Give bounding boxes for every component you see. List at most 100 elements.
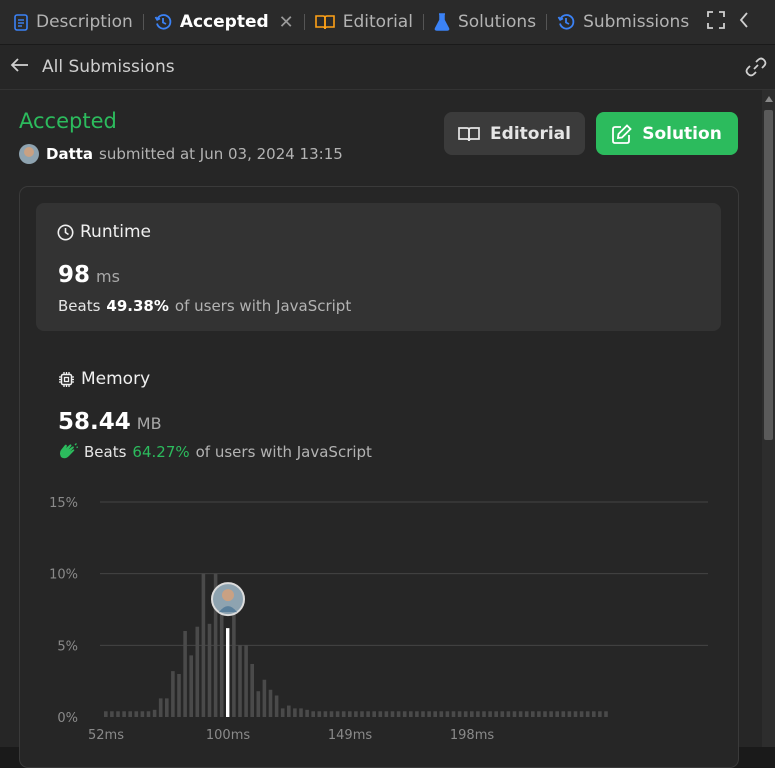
chart-bar[interactable] bbox=[476, 711, 480, 717]
chart-bar[interactable] bbox=[500, 711, 505, 717]
chart-bar[interactable] bbox=[567, 711, 572, 717]
chart-bar[interactable] bbox=[256, 691, 261, 717]
chart-bar[interactable] bbox=[165, 698, 169, 717]
chart-bar[interactable] bbox=[366, 711, 370, 717]
chart-bar[interactable] bbox=[531, 711, 535, 717]
chart-bar[interactable] bbox=[543, 711, 547, 717]
chart-bar[interactable] bbox=[293, 708, 297, 717]
chart-bar[interactable] bbox=[396, 711, 401, 717]
chart-bar[interactable] bbox=[152, 709, 157, 717]
chart-bar[interactable] bbox=[201, 573, 206, 717]
chart-bar[interactable] bbox=[445, 711, 450, 717]
chart-bar[interactable] bbox=[604, 711, 608, 717]
chart-bar-highlight[interactable] bbox=[226, 628, 230, 717]
tab-solutions[interactable]: Solutions bbox=[426, 0, 544, 44]
chart-bar[interactable] bbox=[341, 711, 346, 717]
all-submissions-link[interactable]: All Submissions bbox=[42, 57, 175, 77]
chart-bar[interactable] bbox=[128, 711, 132, 717]
chart-bar[interactable] bbox=[299, 708, 303, 717]
chart-bar[interactable] bbox=[110, 711, 114, 717]
chart-bar[interactable] bbox=[146, 711, 151, 717]
chart-bar[interactable] bbox=[518, 711, 523, 717]
chart-bar[interactable] bbox=[384, 711, 389, 717]
tab-editorial[interactable]: Editorial bbox=[307, 0, 421, 44]
chart-bar[interactable] bbox=[348, 711, 352, 717]
chart-bar[interactable] bbox=[317, 711, 322, 717]
chart-bar[interactable] bbox=[482, 711, 486, 717]
chart-bar[interactable] bbox=[409, 711, 413, 717]
chart-bar[interactable] bbox=[323, 711, 328, 717]
chart-bar[interactable] bbox=[421, 711, 425, 717]
chart-bar[interactable] bbox=[402, 711, 407, 717]
chart-bar[interactable] bbox=[262, 679, 267, 717]
link-icon[interactable] bbox=[745, 57, 767, 81]
chart-bar[interactable] bbox=[579, 711, 584, 717]
chart-bar[interactable] bbox=[433, 711, 437, 717]
chart-bar[interactable] bbox=[592, 711, 596, 717]
runtime-panel[interactable]: Runtime 98 ms Beats 49.38% of users with … bbox=[36, 203, 721, 331]
chart-bar[interactable] bbox=[232, 598, 236, 717]
chart-bar[interactable] bbox=[506, 711, 511, 717]
chart-bar[interactable] bbox=[427, 711, 431, 717]
chart-bar[interactable] bbox=[335, 711, 340, 717]
chevron-left-icon[interactable] bbox=[739, 12, 749, 32]
scroll-thumb[interactable] bbox=[764, 110, 773, 440]
chart-bar[interactable] bbox=[512, 711, 517, 717]
chart-bar[interactable] bbox=[274, 695, 279, 718]
chart-bar[interactable] bbox=[207, 623, 212, 717]
chart-bar[interactable] bbox=[488, 711, 492, 717]
chart-bar[interactable] bbox=[177, 674, 181, 717]
chart-bar[interactable] bbox=[116, 711, 120, 717]
chart-bar[interactable] bbox=[305, 709, 309, 717]
close-icon[interactable]: ✕ bbox=[279, 12, 294, 33]
solution-button[interactable]: Solution bbox=[596, 112, 738, 155]
chart-bar[interactable] bbox=[238, 645, 242, 717]
tab-submissions[interactable]: Submissions bbox=[549, 0, 697, 44]
editorial-button[interactable]: Editorial bbox=[444, 112, 585, 155]
chart-bar[interactable] bbox=[451, 711, 456, 717]
chart-bar[interactable] bbox=[140, 711, 145, 717]
chart-bar[interactable] bbox=[158, 698, 163, 717]
avatar[interactable] bbox=[19, 144, 39, 164]
chart-bar[interactable] bbox=[354, 711, 358, 717]
expand-icon[interactable] bbox=[707, 11, 726, 33]
tab-description[interactable]: Description bbox=[0, 0, 141, 44]
chart-bar[interactable] bbox=[183, 631, 187, 717]
scroll-up-arrow[interactable] bbox=[765, 96, 773, 102]
chart-bar[interactable] bbox=[463, 711, 468, 717]
chart-bar[interactable] bbox=[524, 711, 529, 717]
username[interactable]: Datta bbox=[46, 145, 93, 163]
chart-bar[interactable] bbox=[134, 711, 139, 717]
chart-bar[interactable] bbox=[378, 711, 383, 717]
chart-bar[interactable] bbox=[585, 711, 590, 717]
chart-bar[interactable] bbox=[470, 711, 474, 717]
chart-bar[interactable] bbox=[390, 711, 395, 717]
chart-bar[interactable] bbox=[415, 711, 419, 717]
chart-bar[interactable] bbox=[598, 711, 602, 717]
chart-bar[interactable] bbox=[457, 711, 462, 717]
chart-bar[interactable] bbox=[561, 711, 566, 717]
back-arrow-icon[interactable] bbox=[10, 57, 30, 77]
chart-bar[interactable] bbox=[311, 711, 315, 717]
chart-bar[interactable] bbox=[122, 711, 126, 717]
chart-bar[interactable] bbox=[573, 711, 578, 717]
chart-bar[interactable] bbox=[268, 689, 273, 717]
chart-bar[interactable] bbox=[189, 655, 193, 717]
tab-accepted[interactable]: Accepted ✕ bbox=[146, 0, 302, 44]
chart-bar[interactable] bbox=[549, 711, 553, 717]
chart-bar[interactable] bbox=[439, 711, 444, 717]
chart-bar[interactable] bbox=[280, 708, 285, 717]
chart-bar[interactable] bbox=[244, 645, 248, 717]
chart-bar[interactable] bbox=[494, 711, 498, 717]
chart-bar[interactable] bbox=[372, 711, 376, 717]
chart-bar[interactable] bbox=[537, 711, 541, 717]
chart-bar[interactable] bbox=[360, 711, 364, 717]
chart-bar[interactable] bbox=[171, 671, 175, 717]
chart-bar[interactable] bbox=[329, 711, 334, 717]
scrollbar[interactable] bbox=[762, 90, 775, 747]
chart-bar[interactable] bbox=[287, 705, 291, 717]
chart-bar[interactable] bbox=[250, 663, 254, 717]
chart-bar[interactable] bbox=[555, 711, 559, 717]
chart-bar[interactable] bbox=[104, 711, 108, 717]
chart-bar[interactable] bbox=[195, 626, 200, 717]
